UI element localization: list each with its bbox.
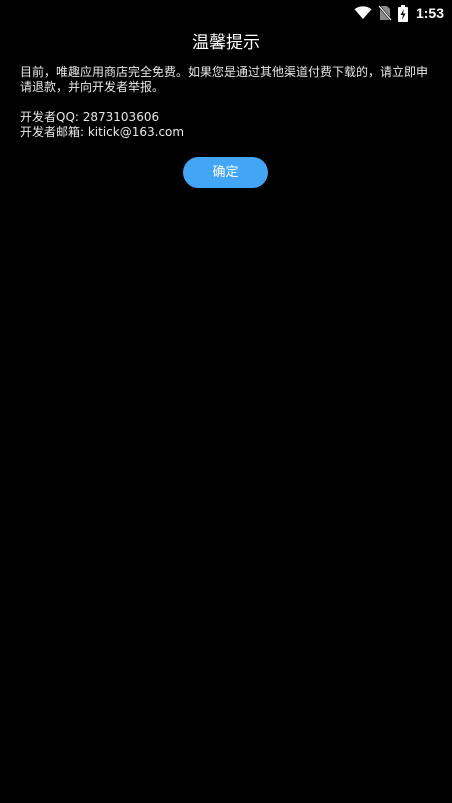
message-line-1: 目前，唯趣应用商店完全免费。如果您是通过其他渠道付费下载的，请立即申 [20, 65, 429, 79]
dialog-title: 温馨提示 [192, 33, 260, 53]
wifi-icon [354, 6, 372, 20]
battery-charging-icon [397, 4, 408, 22]
confirm-button[interactable]: 确定 [183, 157, 268, 188]
status-time: 1:53 [415, 5, 444, 21]
status-icons: 1:53 [348, 3, 444, 23]
status-bar: 1:53 [0, 0, 452, 25]
message-line-2: 请退款，并向开发者举报。 [20, 80, 165, 94]
dialog-message: 目前，唯趣应用商店完全免费。如果您是通过其他渠道付费下载的，请立即申 请退款，并… [20, 65, 434, 140]
developer-email: 开发者邮箱: kitick@163.com [20, 125, 185, 139]
no-sim-icon [378, 5, 392, 21]
developer-qq: 开发者QQ: 2873103606 [20, 110, 160, 124]
